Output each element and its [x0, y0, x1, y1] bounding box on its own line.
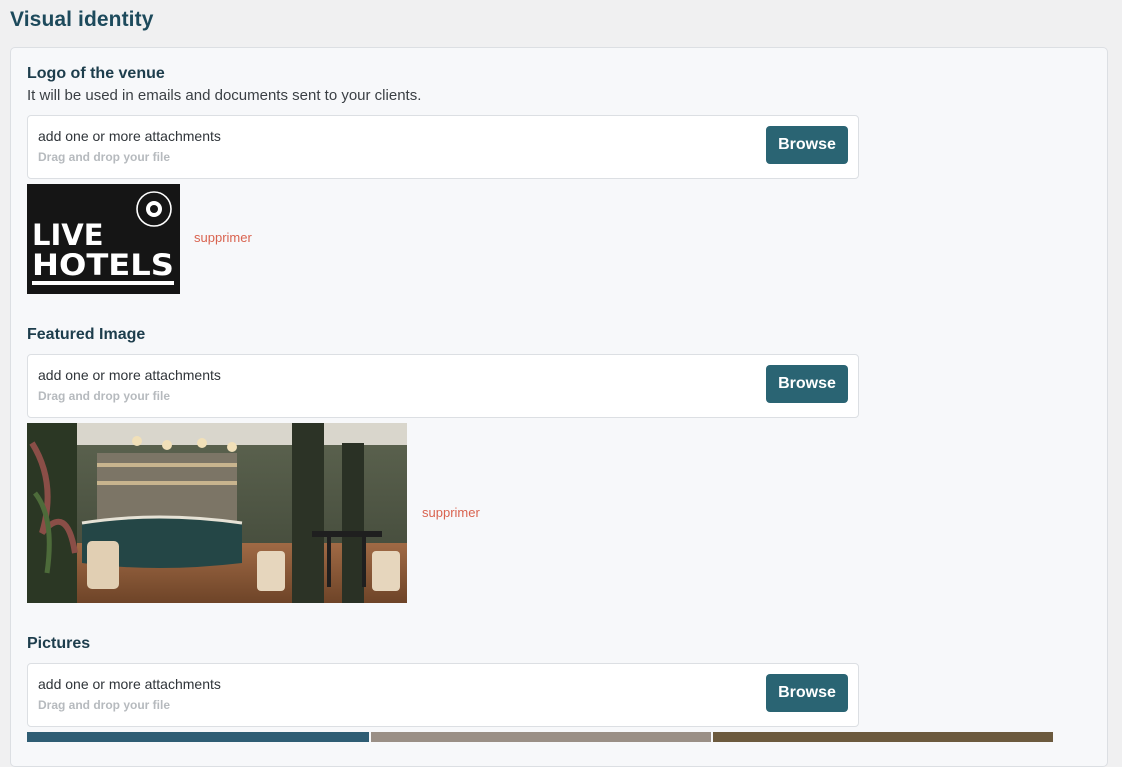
bar-interior-photo [27, 423, 407, 603]
featured-dropzone-label: add one or more attachments [38, 367, 221, 383]
pictures-dropzone-label: add one or more attachments [38, 676, 221, 692]
logo-section-title: Logo of the venue [27, 65, 165, 82]
logo-section: Logo of the venue It will be used in ema… [27, 64, 421, 106]
picture-thumbnail [27, 732, 369, 742]
logo-section-description: It will be used in emails and documents … [27, 87, 422, 104]
pictures-dropzone-hint: Drag and drop your file [38, 698, 171, 712]
logo-thumbnail: LIVE HOTELS [27, 184, 180, 294]
logo-delete-link[interactable]: supprimer [194, 230, 252, 245]
visual-identity-card: Logo of the venue It will be used in ema… [10, 47, 1108, 767]
logo-dropzone-label: add one or more attachments [38, 128, 221, 144]
featured-browse-button[interactable]: Browse [766, 365, 848, 403]
page-title: Visual identity [10, 8, 154, 31]
logo-dropzone-hint: Drag and drop your file [38, 150, 171, 164]
logo-dropzone[interactable]: add one or more attachments Drag and dro… [27, 115, 859, 179]
logo-line2-text: HOTELS [32, 248, 174, 282]
featured-section: Featured Image [27, 325, 145, 345]
live-hotels-logo-image: LIVE HOTELS [27, 184, 180, 294]
picture-thumbnail [713, 732, 1053, 742]
featured-dropzone-hint: Drag and drop your file [38, 389, 171, 403]
pictures-dropzone[interactable]: add one or more attachments Drag and dro… [27, 663, 859, 727]
featured-section-title: Featured Image [27, 326, 146, 343]
featured-dropzone[interactable]: add one or more attachments Drag and dro… [27, 354, 859, 418]
picture-thumbnail [371, 732, 711, 742]
pictures-section: Pictures [27, 634, 90, 654]
logo-line1-text: LIVE [32, 218, 104, 252]
featured-image-thumbnail [27, 423, 407, 603]
pictures-section-title: Pictures [27, 635, 91, 652]
pictures-browse-button[interactable]: Browse [766, 674, 848, 712]
featured-delete-link[interactable]: supprimer [422, 505, 480, 520]
logo-browse-button[interactable]: Browse [766, 126, 848, 164]
